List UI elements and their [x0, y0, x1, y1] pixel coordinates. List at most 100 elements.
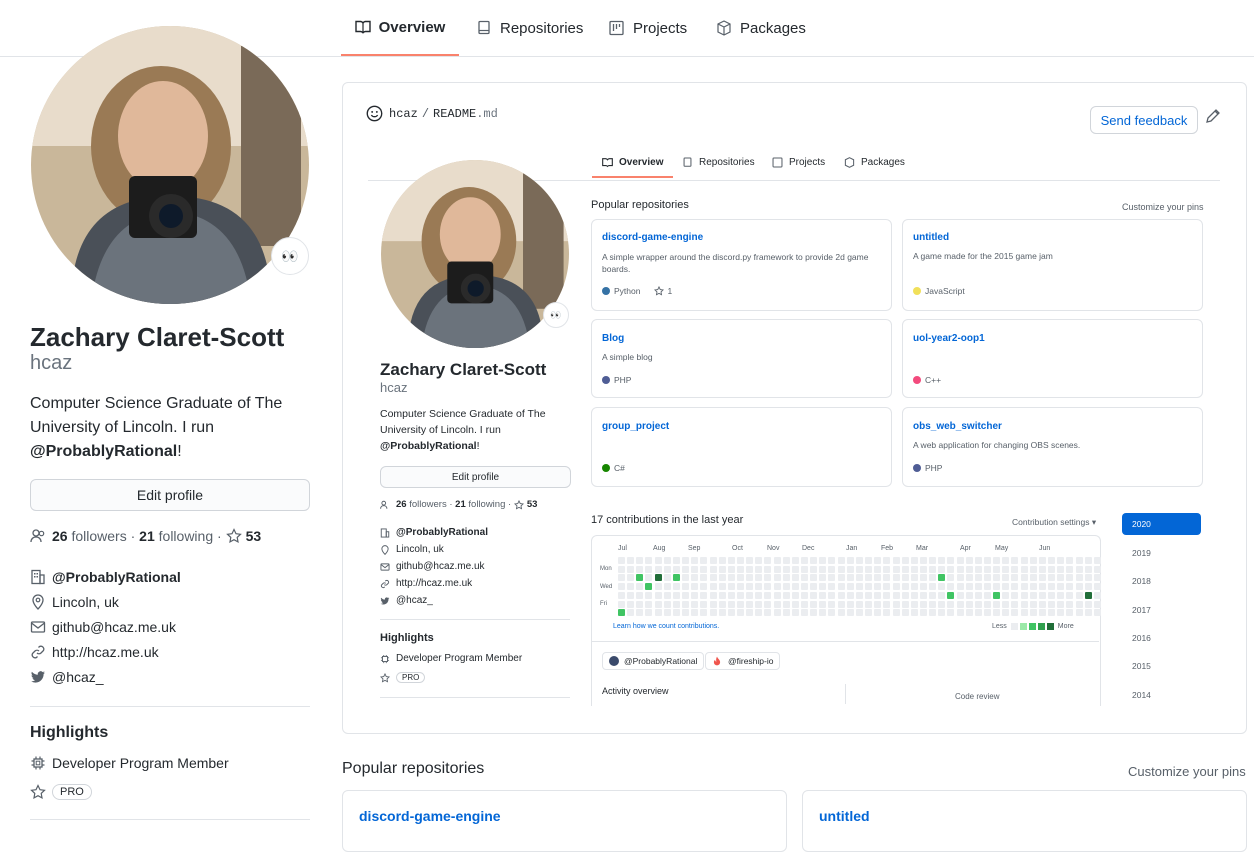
contribution-day-cell [1084, 557, 1092, 564]
readme-edit-profile: Edit profile [380, 466, 571, 488]
contribution-day-cell [764, 574, 772, 582]
contribution-day-cell [947, 583, 955, 591]
contribution-day-cell [709, 583, 717, 591]
contribution-day-cell [791, 600, 799, 608]
contribution-day-cell [1057, 600, 1065, 608]
contribution-day-cell [700, 557, 708, 564]
contribution-day-cell [1048, 557, 1056, 564]
readme-owner[interactable]: hcaz [389, 107, 418, 121]
contribution-day-cell [627, 557, 635, 564]
contribution-day-cell [645, 557, 653, 564]
readme-pin-language: C++ [925, 375, 942, 385]
mail-icon [380, 562, 390, 571]
contribution-day-cell [727, 557, 735, 564]
contribution-day-cell [718, 609, 726, 617]
contribution-day-cell [974, 583, 982, 591]
contribution-day-cell [791, 591, 799, 599]
cpu-icon [380, 654, 390, 663]
contribution-day-cell [828, 565, 836, 573]
contribution-day-cell [883, 583, 891, 591]
readme-extension: .md [476, 106, 498, 121]
repo-link[interactable]: untitled [819, 808, 870, 824]
edit-profile-button[interactable]: Edit profile [30, 479, 310, 511]
contribution-day-cell [1038, 600, 1046, 608]
customize-pins-link[interactable]: Customize your pins [1128, 764, 1246, 779]
followers-label[interactable]: followers [71, 528, 126, 544]
contribution-day-cell [828, 557, 836, 564]
contribution-day-cell [801, 565, 808, 573]
website-link[interactable]: http://hcaz.me.uk [52, 644, 159, 660]
pencil-icon[interactable] [1205, 108, 1221, 124]
star-icon [225, 528, 242, 544]
contribution-day-cell [682, 609, 690, 617]
readme-email-link: github@hcaz.me.uk [396, 561, 485, 572]
bio-org-mention[interactable]: @ProbablyRational [30, 443, 177, 460]
contribution-day-cell [801, 591, 808, 599]
following-count[interactable]: 21 [139, 528, 155, 544]
readme-pin-name: uol-year2-oop1 [913, 333, 985, 344]
twitter-link[interactable]: @hcaz_ [52, 669, 104, 685]
contribution-day-cell [819, 600, 827, 608]
contribution-day-cell [618, 557, 625, 564]
tab-projects[interactable]: Projects [608, 0, 687, 56]
readme-org-link: @ProbablyRational [396, 527, 488, 538]
contribution-day-cell [1029, 591, 1037, 599]
readme-contrib-settings: Contribution settings ▾ [1012, 517, 1097, 527]
contribution-day-cell [627, 574, 635, 582]
contribution-day-cell [801, 609, 808, 617]
contribution-day-cell [636, 600, 644, 608]
contribution-day-cell [910, 574, 918, 582]
contribution-day-cell [773, 591, 781, 599]
tab-packages[interactable]: Packages [716, 0, 806, 56]
followers-count[interactable]: 26 [52, 528, 68, 544]
contribution-day-cell [837, 583, 845, 591]
contribution-day-cell [663, 574, 671, 582]
contribution-day-cell [919, 600, 927, 608]
contribution-day-cell [709, 609, 717, 617]
readme-month-label: Sep [688, 545, 701, 552]
following-label[interactable]: following [159, 528, 213, 544]
contribution-day-cell [627, 565, 635, 573]
contribution-day-cell [1093, 583, 1101, 591]
org-link[interactable]: @ProbablyRational [52, 569, 181, 585]
contribution-day-cell [636, 574, 644, 582]
contribution-day-cell [810, 574, 818, 582]
twitter-icon [31, 671, 45, 683]
cpu-icon [31, 756, 45, 770]
readme-highlight-developer: Developer Program Member [380, 653, 522, 664]
contribution-day-cell [1066, 574, 1074, 582]
contribution-day-cell [1057, 583, 1065, 591]
readme-website-row: http://hcaz.me.uk [380, 578, 472, 589]
contribution-day-cell [1066, 557, 1074, 564]
readme-follow-stats: 26 followers · 21 following · 53 [380, 499, 537, 510]
contribution-day-cell [984, 600, 991, 608]
contribution-day-cell [627, 591, 635, 599]
repo-link[interactable]: discord-game-engine [359, 808, 501, 824]
tab-overview[interactable]: Overview [341, 0, 459, 56]
avatar[interactable] [31, 26, 309, 304]
status-emoji-button[interactable]: 👀 [271, 237, 309, 275]
contribution-day-cell [819, 591, 827, 599]
contribution-day-cell [974, 600, 982, 608]
stars-count[interactable]: 53 [246, 528, 262, 544]
contribution-day-cell [746, 574, 754, 582]
email-link[interactable]: github@hcaz.me.uk [52, 619, 176, 635]
contribution-day-cell [773, 609, 781, 617]
contribution-day-cell [691, 565, 699, 573]
contribution-day-cell [764, 609, 772, 617]
readme-tab-packages: Packages [844, 157, 905, 168]
contribution-day-cell [801, 574, 808, 582]
contribution-day-cell [691, 591, 699, 599]
send-feedback-button[interactable]: Send feedback [1090, 106, 1198, 134]
contribution-day-cell [965, 557, 973, 564]
tab-repositories[interactable]: Repositories [476, 0, 583, 56]
contribution-day-cell [1057, 609, 1065, 617]
contribution-day-cell [1048, 574, 1056, 582]
readme-pin-stars: 1 [667, 286, 673, 296]
contribution-day-cell [1066, 583, 1074, 591]
contribution-day-cell [974, 591, 982, 599]
contribution-day-cell [837, 557, 845, 564]
readme-filename[interactable]: README [433, 107, 476, 121]
contribution-day-cell [965, 583, 973, 591]
readme-org-chip: @ProbablyRational [602, 652, 705, 670]
